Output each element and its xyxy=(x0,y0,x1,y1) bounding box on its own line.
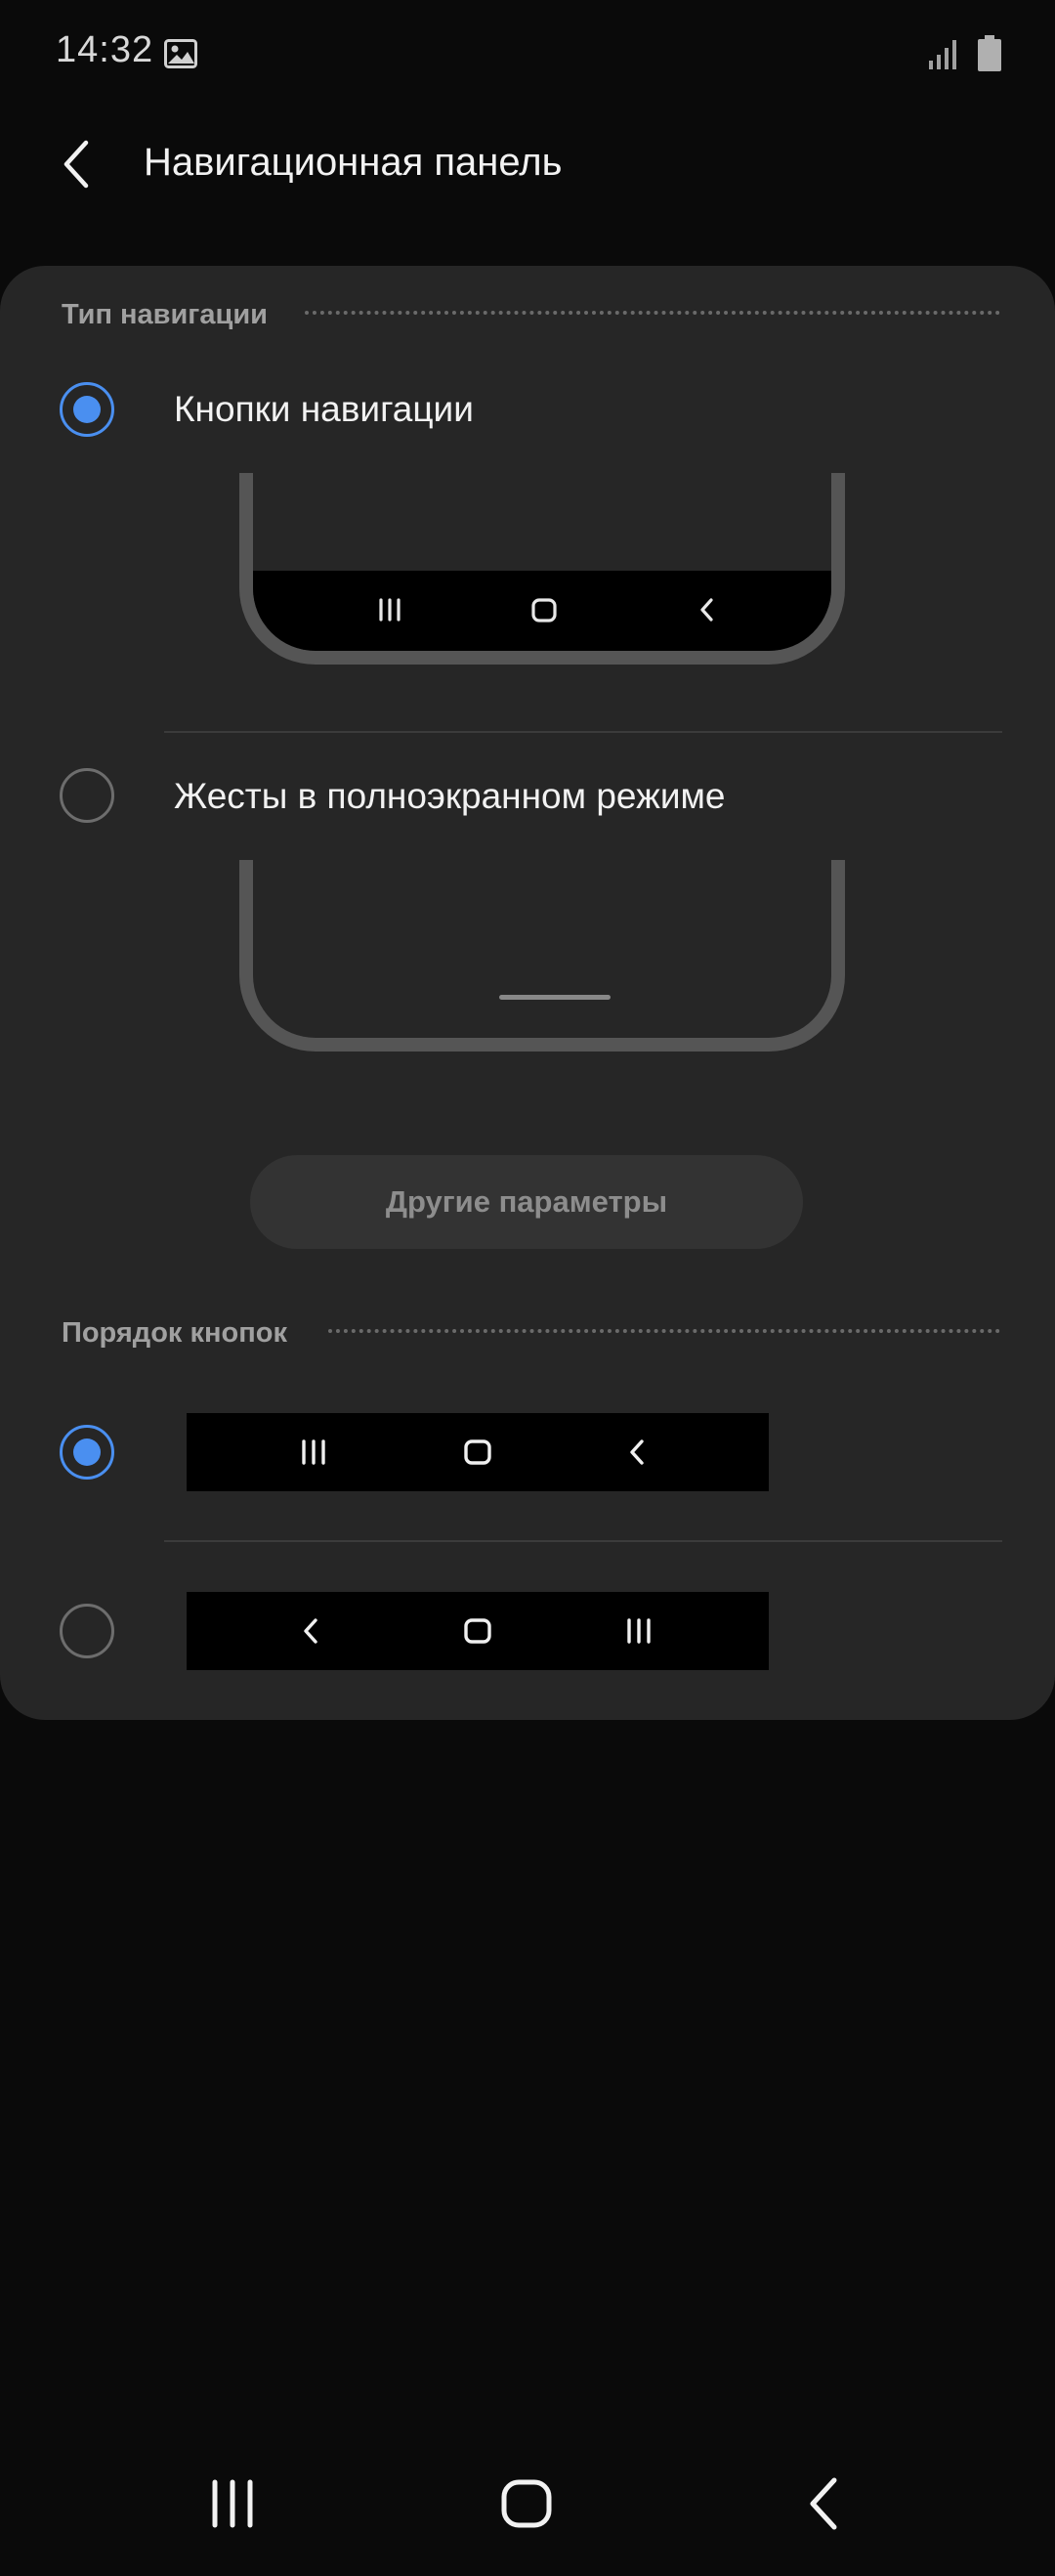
preview-navbar xyxy=(253,571,831,651)
section-header-button-order: Порядок кнопок xyxy=(62,1313,287,1352)
preview-nav-buttons xyxy=(379,598,713,623)
preview-navigation-buttons[interactable] xyxy=(239,473,845,665)
radio-button-order-2[interactable] xyxy=(60,1604,114,1658)
divider xyxy=(164,731,1002,733)
preview-screen xyxy=(253,473,831,651)
home-icon xyxy=(464,1618,491,1644)
home-icon[interactable] xyxy=(496,2474,559,2533)
more-params-button[interactable]: Другие параметры xyxy=(250,1155,803,1249)
back-icon xyxy=(700,598,713,622)
gallery-icon xyxy=(164,39,197,68)
recents-icon[interactable] xyxy=(205,2474,260,2533)
system-navigation-bar xyxy=(0,2431,1055,2576)
button-order-option-2[interactable] xyxy=(187,1592,769,1670)
option-label-fullscreen-gestures[interactable]: Жесты в полноэкранном режиме xyxy=(174,776,726,817)
recents-icon xyxy=(302,1439,325,1465)
home-icon xyxy=(531,598,557,623)
recents-icon xyxy=(379,598,401,622)
back-icon[interactable] xyxy=(797,2474,852,2533)
divider xyxy=(164,1540,1002,1542)
settings-card: Тип навигации Кнопки навигации Жесты в п xyxy=(0,266,1055,1720)
radio-navigation-buttons[interactable] xyxy=(60,382,114,437)
back-icon[interactable] xyxy=(55,137,102,192)
home-icon xyxy=(464,1439,491,1465)
section-title: Порядок кнопок xyxy=(62,1316,287,1349)
back-icon xyxy=(304,1618,317,1644)
section-divider xyxy=(305,311,1000,315)
button-order-2-icons xyxy=(304,1618,651,1644)
signal-icon xyxy=(929,40,956,69)
section-header-navigation-type: Тип навигации xyxy=(62,295,268,334)
radio-button-order-1[interactable] xyxy=(60,1425,114,1480)
preview-fullscreen-gestures[interactable] xyxy=(239,860,845,1052)
gesture-handle xyxy=(499,995,611,1000)
back-icon xyxy=(630,1439,644,1465)
status-time: 14:32 xyxy=(56,29,154,70)
page-title: Навигационная панель xyxy=(144,141,563,184)
header: Навигационная панель xyxy=(0,109,1055,266)
more-params-label: Другие параметры xyxy=(385,1184,668,1219)
battery-icon xyxy=(978,35,1001,71)
option-label-navigation-buttons[interactable]: Кнопки навигации xyxy=(174,389,474,430)
recents-icon xyxy=(627,1618,651,1644)
button-order-option-1[interactable] xyxy=(187,1413,769,1491)
section-divider xyxy=(328,1329,1000,1333)
section-title: Тип навигации xyxy=(62,298,269,330)
status-bar: 14:32 xyxy=(0,0,1055,109)
button-order-1-icons xyxy=(302,1439,644,1465)
radio-fullscreen-gestures[interactable] xyxy=(60,768,114,823)
preview-screen xyxy=(253,860,831,1038)
